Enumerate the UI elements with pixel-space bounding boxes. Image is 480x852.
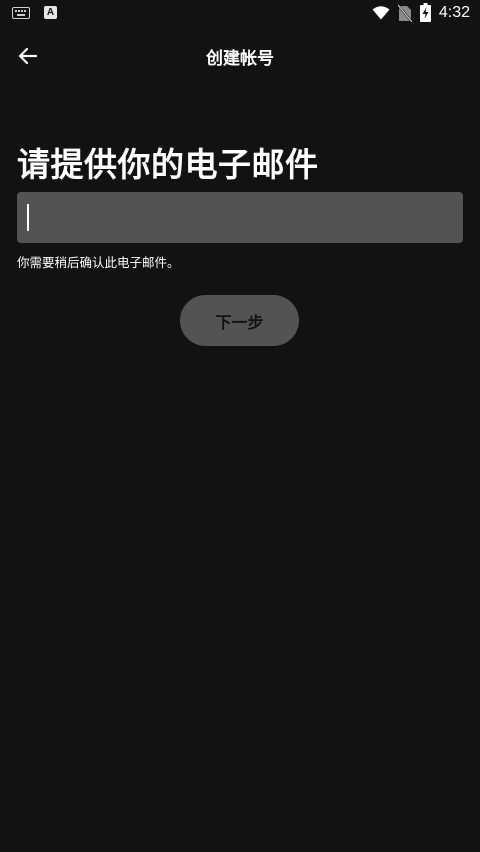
wifi-icon (372, 5, 390, 19)
keyboard-icon (12, 6, 30, 19)
email-heading: 请提供你的电子邮件 (17, 145, 319, 184)
next-button[interactable]: 下一步 (180, 295, 299, 346)
battery-charging-icon (419, 3, 431, 22)
text-a-icon: A (44, 6, 57, 19)
app-bar: 创建帐号 (0, 28, 480, 82)
status-bar: A 4:32 (0, 0, 480, 28)
text-caret (27, 204, 29, 231)
no-sim-icon (397, 3, 412, 22)
page-title: 创建帐号 (206, 49, 274, 69)
email-field[interactable] (17, 192, 463, 243)
email-hint: 你需要稍后确认此电子邮件。 (17, 255, 180, 270)
status-time: 4:32 (438, 3, 470, 21)
